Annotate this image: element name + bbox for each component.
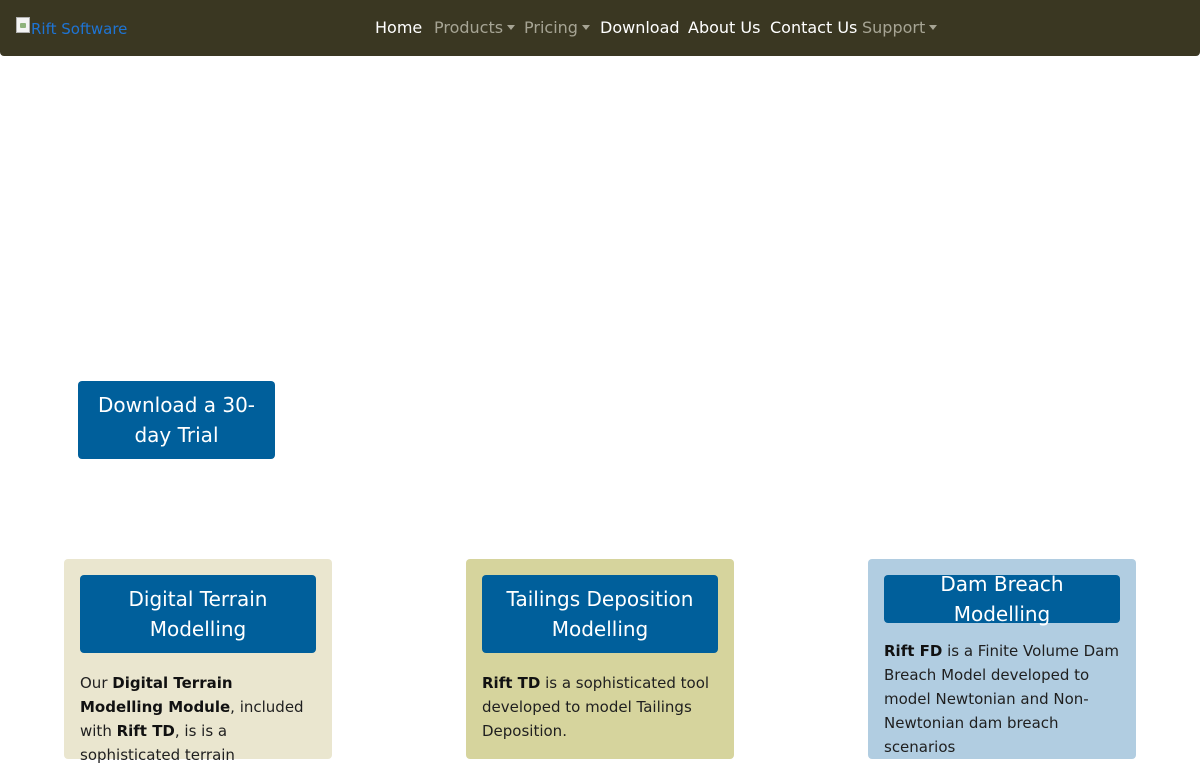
card-dam-breach: Dam Breach Modelling Rift FD is a Finite… [868,559,1136,759]
tailings-deposition-button[interactable]: Tailings Deposition Modelling [482,575,718,653]
dam-breach-description: Rift FD is a Finite Volume Dam Breach Mo… [884,639,1120,759]
nav-home[interactable]: Home [375,18,422,37]
nav-support[interactable]: Support [862,18,938,37]
chevron-down-icon [581,25,590,30]
nav-products[interactable]: Products [434,18,516,37]
nav-support-label: Support [862,18,926,37]
chevron-down-icon [929,25,938,30]
card-tailings-deposition: Tailings Deposition Modelling Rift TD is… [466,559,734,759]
text-bold: Rift TD [482,674,541,692]
nav-contact-us[interactable]: Contact Us [770,18,857,37]
nav-about-us[interactable]: About Us [688,18,760,37]
digital-terrain-description: Our Digital Terrain Modelling Module, in… [80,671,316,767]
text-bold: Rift FD [884,642,943,660]
download-trial-button[interactable]: Download a 30-day Trial [78,381,275,459]
nav-products-label: Products [434,18,504,37]
text-segment: Our [80,674,113,692]
nav-pricing-label: Pricing [524,18,578,37]
nav-pricing[interactable]: Pricing [524,18,590,37]
nav-download[interactable]: Download [600,18,680,37]
broken-image-icon [16,17,30,33]
brand-logo-link[interactable]: Rift Software [16,17,127,38]
chevron-down-icon [507,25,516,30]
brand-logo-alt-text: Rift Software [31,20,128,38]
top-navbar: Rift Software Home Products Pricing Down… [0,0,1200,56]
tailings-deposition-description: Rift TD is a sophisticated tool develope… [482,671,718,743]
digital-terrain-button[interactable]: Digital Terrain Modelling [80,575,316,653]
dam-breach-button[interactable]: Dam Breach Modelling [884,572,1120,626]
card-digital-terrain: Digital Terrain Modelling Our Digital Te… [64,559,332,764]
text-bold: Rift TD [116,722,175,740]
